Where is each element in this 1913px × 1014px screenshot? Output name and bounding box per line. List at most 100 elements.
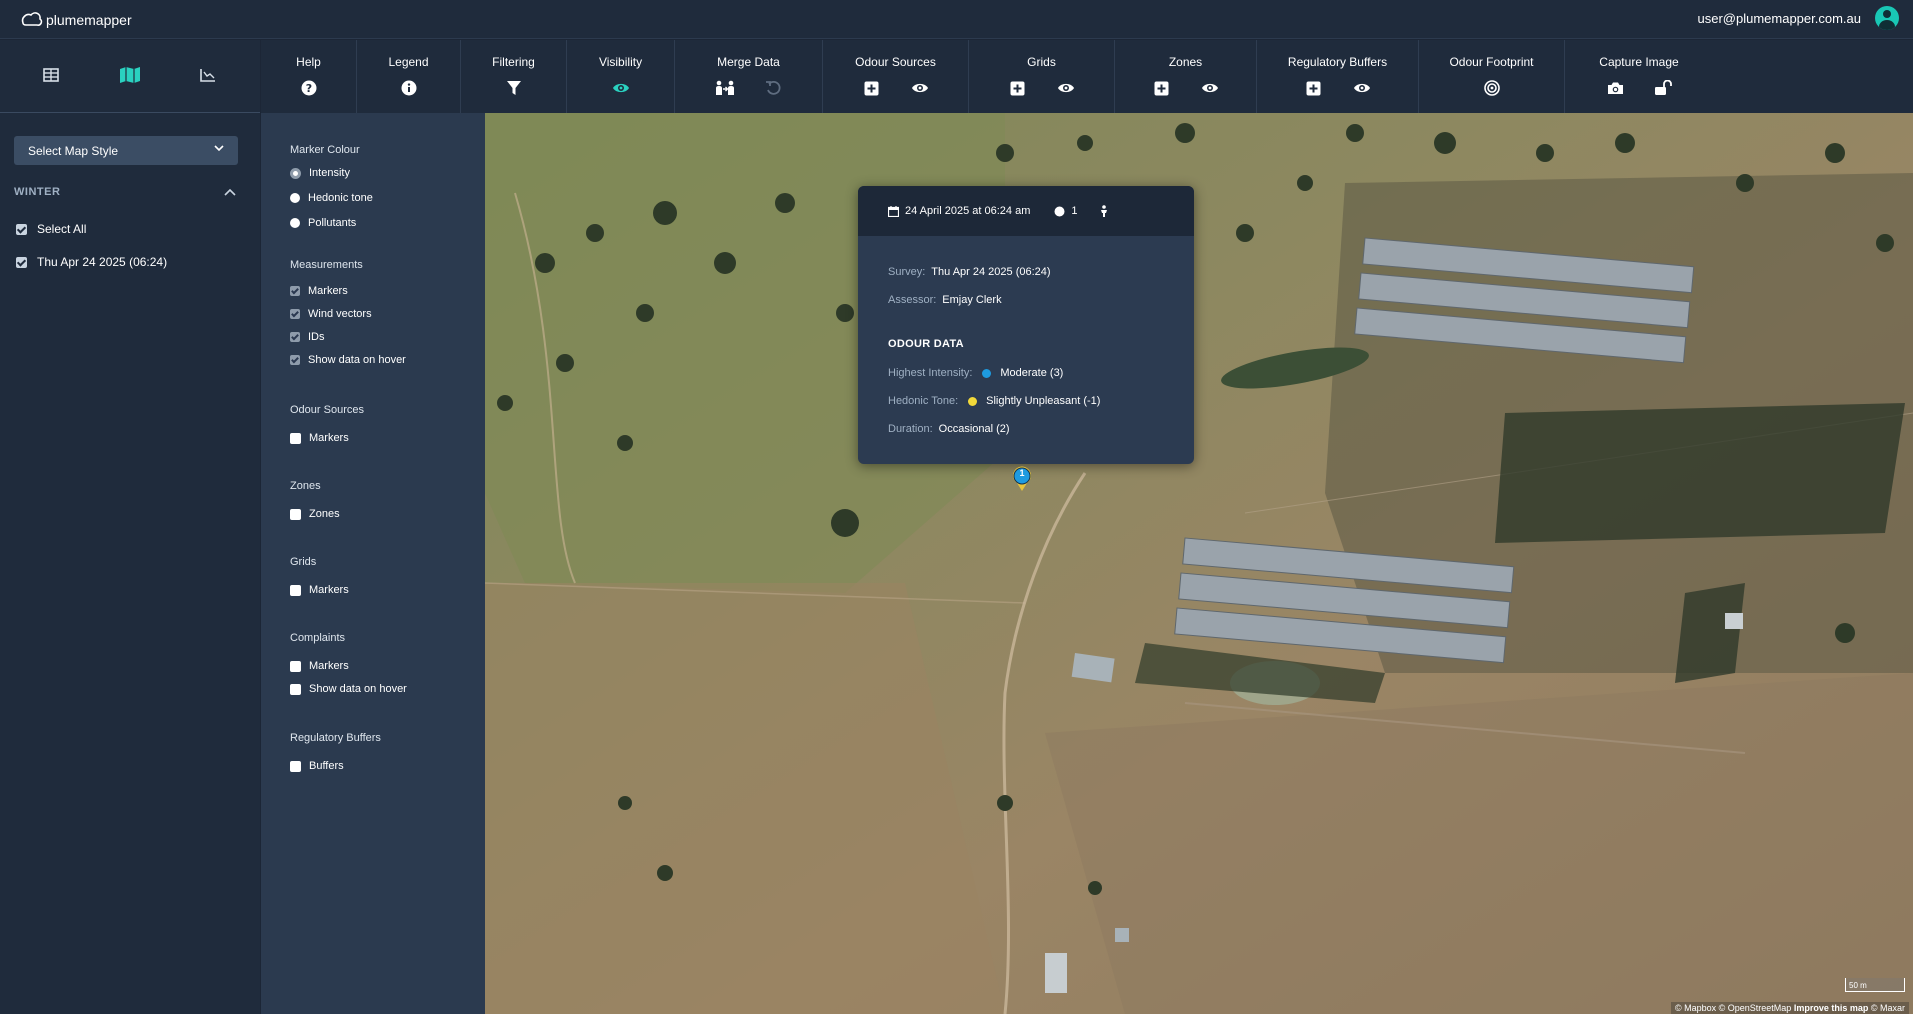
markers-label: Markers: [309, 584, 349, 596]
merge-data-label: Merge Data: [717, 55, 780, 69]
survey-label: Thu Apr 24 2025 (06:24): [37, 255, 168, 269]
hedonic-tone-label: Hedonic tone: [308, 192, 373, 204]
measurements-hover-checkbox[interactable]: Show data on hover: [290, 353, 406, 367]
popup-hedonic-row: Hedonic Tone: Slightly Unpleasant (-1): [888, 395, 1100, 407]
wind-vectors-label: Wind vectors: [308, 308, 372, 320]
toggle-grids-button[interactable]: [1056, 78, 1076, 98]
visibility-group: Visibility: [567, 40, 675, 113]
plus-square-icon: [1306, 81, 1321, 95]
intensity-field-label: Highest Intensity:: [888, 367, 973, 379]
complaints-markers-checkbox[interactable]: Markers: [290, 659, 349, 673]
add-grid-button[interactable]: [1008, 78, 1028, 98]
ids-checkbox[interactable]: IDs: [290, 330, 325, 344]
chart-view-button[interactable]: [193, 62, 223, 88]
survey-field-label: Survey:: [888, 266, 926, 278]
svg-text:?: ?: [305, 82, 311, 95]
top-bar: plumemapper user@plumemapper.com.au: [0, 0, 1913, 39]
capture-image-label: Capture Image: [1599, 55, 1679, 69]
checkbox-checked-icon: [16, 256, 27, 268]
checkbox-icon: [290, 508, 301, 520]
unlock-map-button[interactable]: [1653, 78, 1673, 98]
visibility-button[interactable]: [611, 78, 631, 98]
user-avatar-icon[interactable]: [1875, 6, 1899, 30]
chevron-up-icon: [224, 188, 236, 196]
measurement-marker[interactable]: 1: [1011, 466, 1033, 492]
odour-data-title: ODOUR DATA: [888, 338, 964, 350]
plus-square-icon: [1154, 81, 1169, 95]
measurement-popup: 24 April 2025 at 06:24 am 1 Survey: Thu …: [858, 186, 1194, 464]
capture-image-button[interactable]: [1605, 78, 1625, 98]
add-buffer-button[interactable]: [1304, 78, 1324, 98]
add-odour-source-button[interactable]: [862, 78, 882, 98]
measurements-heading: Measurements: [290, 259, 363, 271]
map-attribution: © Mapbox © OpenStreetMap Improve this ma…: [1670, 1002, 1909, 1014]
merge-data-button[interactable]: [715, 78, 735, 98]
hedonic-tone-radio[interactable]: Hedonic tone: [290, 191, 373, 205]
odour-sources-markers-checkbox[interactable]: Markers: [290, 431, 349, 445]
unlock-icon: [1655, 80, 1672, 95]
undo-icon: [765, 80, 780, 95]
survey-checkbox[interactable]: Thu Apr 24 2025 (06:24): [16, 254, 167, 270]
person-icon: [1100, 205, 1107, 217]
intensity-radio[interactable]: Intensity: [290, 166, 350, 180]
pollutants-radio[interactable]: Pollutants: [290, 216, 356, 230]
map-style-select[interactable]: Select Map Style: [14, 136, 238, 165]
map-view-button[interactable]: [115, 62, 145, 88]
odour-sources-heading: Odour Sources: [290, 404, 364, 416]
season-label: WINTER: [14, 186, 61, 198]
satellite-map[interactable]: 50 m © Mapbox © OpenStreetMap Improve th…: [485, 113, 1913, 1014]
grids-markers-checkbox[interactable]: Markers: [290, 583, 349, 597]
help-label: Help: [296, 55, 321, 69]
chart-icon: [200, 69, 215, 82]
popup-duration-row: Duration: Occasional (2): [888, 423, 1010, 435]
eye-icon: [1353, 83, 1370, 93]
map-icon: [120, 67, 140, 83]
circle-marker-icon: [1054, 206, 1065, 216]
zones-item-label: Zones: [309, 508, 340, 520]
table-view-button[interactable]: [36, 62, 66, 88]
buffers-checkbox[interactable]: Buffers: [290, 759, 344, 773]
legend-button[interactable]: [399, 78, 419, 98]
odour-footprint-button[interactable]: [1482, 78, 1502, 98]
add-zone-button[interactable]: [1152, 78, 1172, 98]
zones-checkbox[interactable]: Zones: [290, 507, 340, 521]
intensity-field-value: Moderate (3): [1000, 367, 1064, 379]
chevron-down-icon: [214, 145, 224, 152]
odour-sources-label: Odour Sources: [855, 55, 936, 69]
checkbox-icon: [290, 660, 301, 672]
ids-label: IDs: [308, 331, 325, 343]
filtering-button[interactable]: [504, 78, 524, 98]
complaints-hover-checkbox[interactable]: Show data on hover: [290, 682, 407, 696]
calendar-icon: [888, 205, 899, 217]
toggle-odour-sources-button[interactable]: [910, 78, 930, 98]
intensity-label: Intensity: [309, 167, 350, 179]
popup-header: 24 April 2025 at 06:24 am 1: [858, 186, 1194, 236]
odour-footprint-group: Odour Footprint: [1419, 40, 1565, 113]
toggle-buffers-button[interactable]: [1352, 78, 1372, 98]
popup-assessor-row: Assessor: Emjay Clerk: [888, 294, 1002, 306]
assessor-field-label: Assessor:: [888, 294, 937, 306]
eye-icon: [612, 83, 629, 93]
help-button[interactable]: ?: [299, 78, 319, 98]
buffers-label: Buffers: [309, 760, 344, 772]
markers-label: Markers: [308, 285, 348, 297]
odour-sources-group: Odour Sources: [823, 40, 969, 113]
marker-id: 1: [1019, 468, 1025, 478]
toggle-zones-button[interactable]: [1200, 78, 1220, 98]
season-header[interactable]: WINTER: [14, 186, 238, 206]
measurements-markers-checkbox[interactable]: Markers: [290, 284, 348, 298]
wind-vectors-checkbox[interactable]: Wind vectors: [290, 307, 372, 321]
map-scale: 50 m: [1845, 978, 1905, 992]
undo-merge-button[interactable]: [763, 78, 783, 98]
view-toggle: [0, 40, 260, 113]
odour-footprint-label: Odour Footprint: [1449, 55, 1534, 69]
user-email[interactable]: user@plumemapper.com.au: [1698, 11, 1862, 26]
select-all-checkbox[interactable]: Select All: [16, 221, 86, 237]
improve-map-link[interactable]: Improve this map: [1794, 1003, 1869, 1013]
radio-icon: [290, 193, 300, 203]
zones-group: Zones: [1115, 40, 1257, 113]
help-group: Help ?: [261, 40, 357, 113]
zones-heading: Zones: [290, 480, 321, 492]
logo-text: plumemapper: [46, 12, 132, 28]
app-logo[interactable]: plumemapper: [20, 9, 132, 31]
